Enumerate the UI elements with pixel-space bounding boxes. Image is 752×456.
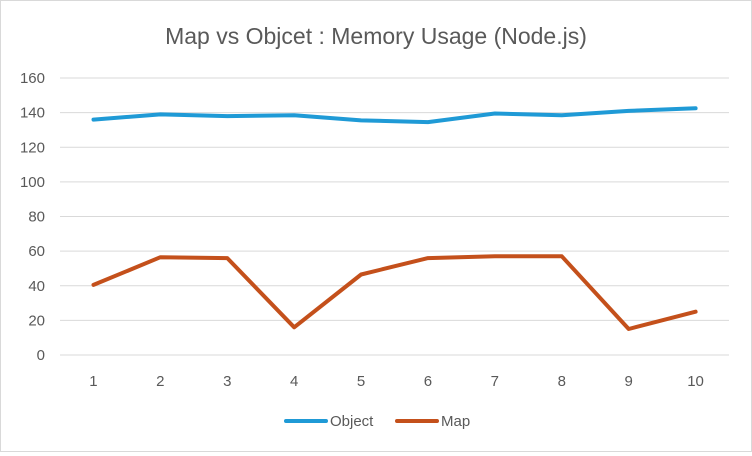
y-tick-label: 100 <box>20 174 45 191</box>
y-tick-label: 120 <box>20 139 45 156</box>
x-tick-label: 10 <box>687 373 704 390</box>
chart-area: Map vs Objcet : Memory Usage (Node.js) 0… <box>0 0 752 452</box>
x-tick-label: 2 <box>156 373 164 390</box>
x-tick-label: 4 <box>290 373 298 390</box>
x-tick-label: 6 <box>424 373 432 390</box>
legend-label-map: Map <box>441 413 470 430</box>
legend-label-object: Object <box>330 413 374 430</box>
y-tick-label: 160 <box>20 70 45 87</box>
x-tick-label: 7 <box>491 373 499 390</box>
y-tick-label: 20 <box>28 312 45 329</box>
series-line-map <box>91 254 698 331</box>
x-tick-label: 9 <box>624 373 632 390</box>
chart-title: Map vs Objcet : Memory Usage (Node.js) <box>165 23 587 49</box>
x-tick-label: 8 <box>558 373 566 390</box>
y-tick-label: 80 <box>28 209 45 226</box>
x-tick-label: 5 <box>357 373 365 390</box>
y-axis-tick-labels: 0 20 40 60 80 100 120 140 160 <box>20 70 45 364</box>
x-tick-label: 3 <box>223 373 231 390</box>
x-axis-tick-labels: 1 2 3 4 5 6 7 8 9 10 <box>89 373 704 390</box>
y-tick-label: 0 <box>37 347 45 364</box>
y-tick-label: 40 <box>28 278 45 295</box>
y-tick-label: 60 <box>28 243 45 260</box>
y-tick-label: 140 <box>20 105 45 122</box>
series-line-object <box>91 106 698 125</box>
series-lines <box>91 106 698 331</box>
x-tick-label: 1 <box>89 373 97 390</box>
legend: Object Map <box>284 413 470 430</box>
line-chart: Map vs Objcet : Memory Usage (Node.js) 0… <box>20 23 729 430</box>
